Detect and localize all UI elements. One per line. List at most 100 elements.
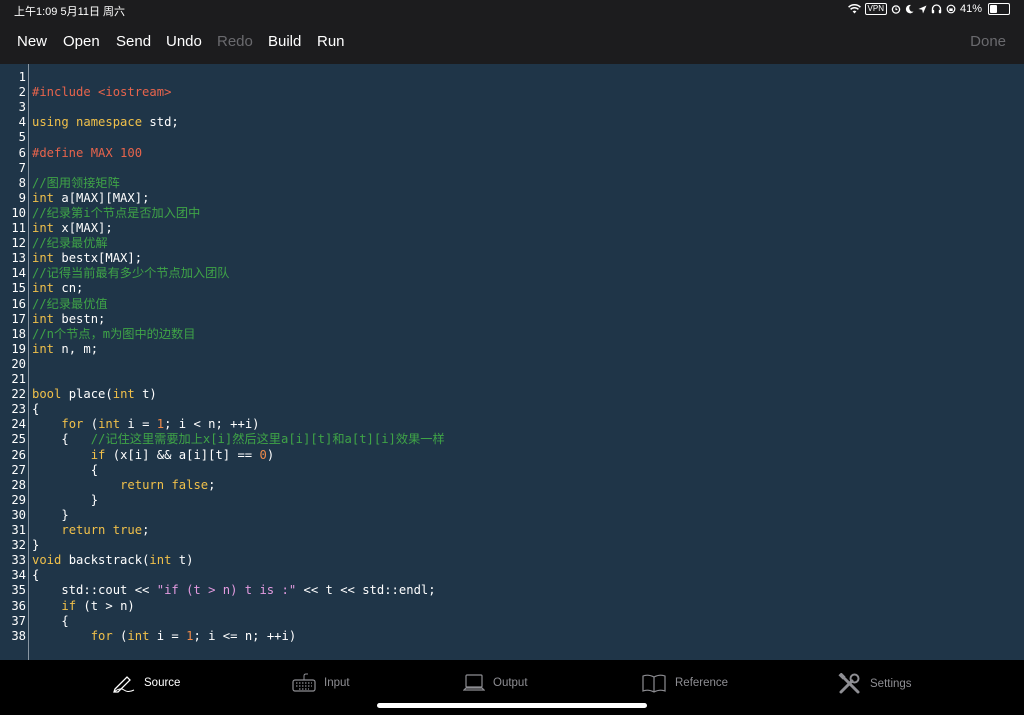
tab-settings-label: Settings (870, 678, 912, 690)
code-text: #include <iostream> (32, 85, 171, 100)
code-token: int (32, 311, 55, 326)
code-text: int n, m; (32, 342, 98, 357)
code-text: if (x[i] && a[i][t] == 0) (32, 448, 274, 463)
code-token: { (32, 462, 99, 477)
code-line: 19 int n, m; (0, 342, 1024, 357)
laptop-icon (463, 674, 485, 691)
code-text: //纪录最优解 (32, 236, 108, 251)
code-token: ( (83, 417, 99, 432)
code-text: //纪录第i个节点是否加入团中 (32, 206, 200, 221)
code-line: 22 bool place(int t) (0, 387, 1024, 402)
code-line: 29 } (0, 493, 1024, 508)
code-text: //记得当前最有多少个节点加入团队 (32, 266, 230, 281)
code-token: for (61, 417, 84, 432)
code-text: for (int i = 1; i < n; ++i) (32, 417, 260, 432)
pen-writing-icon (113, 676, 135, 693)
code-token: bestx[MAX]; (54, 251, 143, 266)
code-token: (t > n) (76, 598, 135, 613)
battery-level (990, 5, 998, 13)
code-token: int (32, 221, 55, 235)
line-number: 2 (18, 85, 26, 100)
code-token: return (61, 523, 106, 537)
tab-settings[interactable]: Settings (838, 673, 912, 695)
code-token: bool (32, 387, 62, 402)
code-text: int bestn; (32, 312, 105, 327)
code-editor[interactable]: 1 2 #include <iostream> 3 4 using namespace s… (0, 64, 1024, 660)
code-token: ; i <= n; ++i) (193, 628, 297, 643)
code-token: //纪录第i个节点是否加入团中 (32, 205, 201, 220)
tab-output[interactable]: Output (463, 673, 528, 693)
line-number: 27 (11, 462, 26, 477)
line-number: 25 (11, 432, 26, 447)
code-text: std::cout << "if (t > n) t is :" << t <<… (32, 583, 435, 598)
code-token: int (32, 251, 55, 266)
code-line: 18 //n个节点，m为图中的边数目 (0, 327, 1024, 342)
code-token: //记得当前最有多少个节点加入团队 (32, 266, 230, 281)
battery-percent: 41% (959, 3, 982, 15)
tab-reference-label: Reference (675, 677, 729, 689)
status-bar: 上午1:09 5月11日 周六 VPN 41% (0, 0, 1024, 20)
lock-rotation-icon (946, 4, 956, 14)
code-token: int (32, 190, 55, 205)
code-line: 10 //纪录第i个节点是否加入团中 (0, 206, 1024, 221)
code-token: if (61, 598, 77, 613)
code-line: 33 void backstrack(int t) (0, 553, 1024, 568)
location-icon (918, 5, 927, 13)
code-token: std::cout << (32, 583, 157, 598)
new-button[interactable]: New (17, 33, 47, 50)
code-token: t) (134, 387, 157, 402)
code-token: std; (142, 115, 179, 130)
code-line: 7 (0, 161, 1024, 176)
code-line: 12 //纪录最优解 (0, 236, 1024, 251)
code-text: { (32, 568, 39, 583)
line-number: 35 (11, 583, 26, 598)
code-token: ; i < n; ++i) (164, 417, 260, 432)
code-line: 24 for (int i = 1; i < n; ++i) (0, 417, 1024, 432)
redo-button[interactable]: Redo (217, 33, 253, 50)
line-number: 11 (11, 221, 26, 235)
code-text: { (32, 614, 68, 629)
code-token: 1 (156, 417, 165, 432)
code-text: if (t > n) (32, 598, 135, 614)
code-line: 1 (0, 70, 1024, 85)
code-line: 11 int x[MAX]; (0, 221, 1024, 236)
run-button[interactable]: Run (317, 33, 345, 50)
code-token: n, m; (54, 341, 99, 356)
code-token: true (112, 523, 143, 537)
code-text: { //记住这里需要加上x[i]然后这里a[i][t]和a[t][i]效果一样 (32, 432, 444, 447)
tab-input-label: Input (324, 677, 350, 689)
code-token: //纪录最优值 (32, 296, 108, 311)
line-number: 16 (11, 296, 26, 311)
toolbar: New Open Send Undo Redo Build Run Done (0, 20, 1024, 64)
line-number: 24 (11, 417, 26, 432)
code-token: int (112, 387, 135, 402)
code-line: 5 (0, 130, 1024, 145)
build-button[interactable]: Build (268, 33, 301, 50)
code-line: 15 int cn; (0, 281, 1024, 296)
code-line: 21 (0, 372, 1024, 387)
code-text: int cn; (32, 281, 83, 296)
code-token: place( (61, 387, 113, 402)
code-line: 8 //图用领接矩阵 (0, 176, 1024, 191)
code-line: 26 if (x[i] && a[i][t] == 0) (0, 448, 1024, 463)
send-button[interactable]: Send (116, 33, 151, 50)
code-line: 13 int bestx[MAX]; (0, 251, 1024, 266)
code-text: using namespace std; (32, 115, 179, 130)
code-token: #define MAX 100 (32, 145, 143, 160)
code-line: 35 std::cout << "if (t > n) t is :" << t… (0, 583, 1024, 598)
tab-input[interactable]: Input (292, 673, 350, 693)
open-button[interactable]: Open (63, 33, 100, 50)
code-line: 34 { (0, 568, 1024, 583)
tab-reference[interactable]: Reference (641, 673, 728, 693)
tab-source[interactable]: Source (112, 673, 180, 693)
code-line: 4 using namespace std; (0, 115, 1024, 130)
undo-button[interactable]: Undo (166, 33, 202, 50)
code-token: } (32, 538, 40, 553)
line-number: 37 (11, 613, 26, 628)
code-token: 0 (259, 447, 267, 462)
keyboard-icon (292, 673, 316, 692)
done-button[interactable]: Done (970, 33, 1006, 50)
